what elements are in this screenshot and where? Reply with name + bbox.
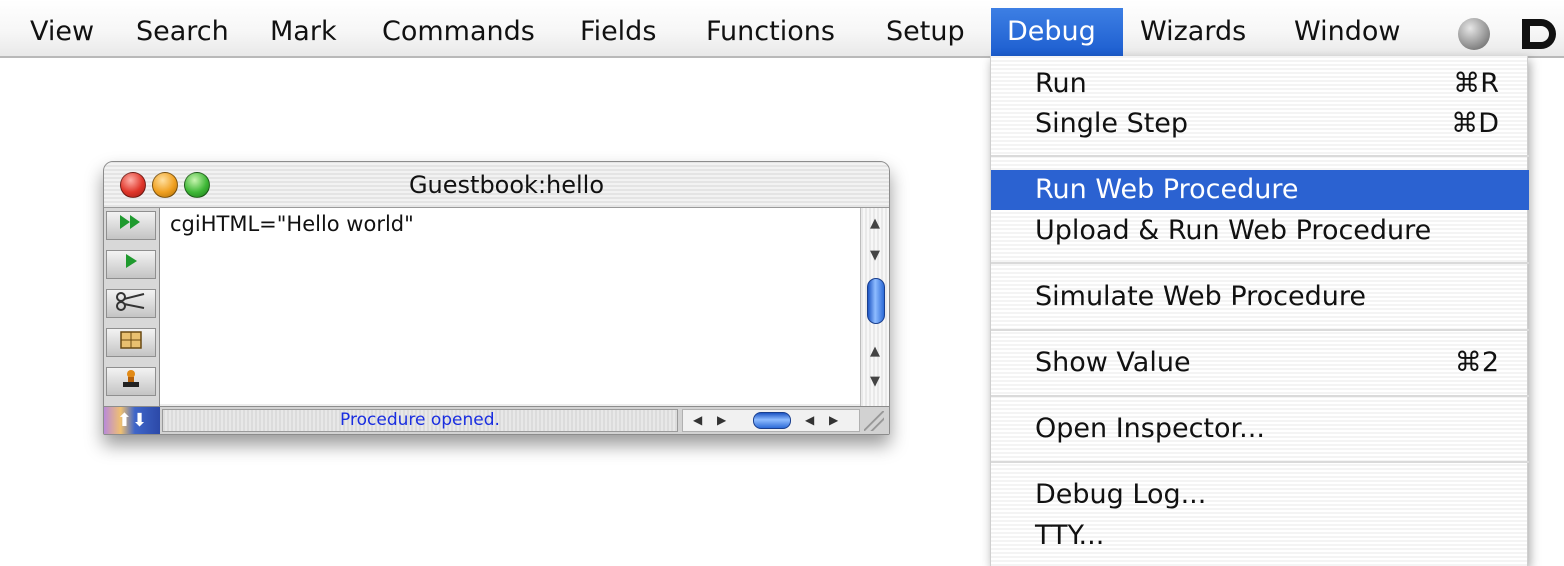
stamp-icon[interactable] (106, 367, 156, 396)
menu-setup[interactable]: Setup (870, 8, 981, 56)
menu-item-label: Upload & Run Web Procedure (1035, 215, 1432, 246)
scroll-right-arrow-icon[interactable]: ▶ (829, 410, 838, 431)
menu-commands[interactable]: Commands (366, 8, 551, 56)
menu-bar: View Search Mark Commands Fields Functio… (0, 0, 1564, 58)
menu-separator (991, 155, 1529, 157)
window-bottom-bar: ⬆⬇ Procedure opened. ◀ ▶ ◀ ▶ (104, 406, 889, 434)
shortcut-label: ⌘D (1451, 108, 1499, 139)
scroll-down-arrow-icon[interactable]: ▼ (867, 374, 883, 390)
resize-grip-icon[interactable] (864, 411, 884, 431)
status-text: Procedure opened. (162, 409, 678, 432)
globe-icon[interactable] (1458, 18, 1490, 50)
menu-fields[interactable]: Fields (564, 8, 672, 56)
scroll-up-arrow-icon[interactable]: ▲ (867, 216, 883, 232)
menu-window[interactable]: Window (1278, 8, 1416, 56)
menu-separator (991, 395, 1529, 397)
app-logo-icon[interactable] (1522, 19, 1556, 49)
menu-item-label: Run Web Procedure (1035, 174, 1299, 205)
menu-item-show-value[interactable]: Show Value ⌘2 (991, 343, 1529, 383)
menu-search[interactable]: Search (120, 8, 245, 56)
menu-item-simulate-web-procedure[interactable]: Simulate Web Procedure (991, 277, 1529, 317)
grid-icon[interactable] (106, 328, 156, 357)
scroll-left-arrow-icon[interactable]: ◀ (805, 410, 814, 431)
up-down-arrows-icon[interactable]: ⬆⬇ (104, 407, 160, 434)
menu-item-label: Single Step (1035, 108, 1189, 139)
menu-item-open-inspector[interactable]: Open Inspector... (991, 409, 1529, 449)
menu-item-label: Open Inspector... (1035, 413, 1265, 444)
debug-menu: Run ⌘R Single Step ⌘D Run Web Procedure … (990, 56, 1529, 566)
play-icon[interactable] (106, 250, 156, 279)
window-title: Guestbook:hello (408, 171, 605, 199)
scroll-right-arrow-icon[interactable]: ▶ (717, 410, 726, 431)
scissors-icon[interactable] (106, 289, 156, 318)
shortcut-label: ⌘2 (1454, 347, 1499, 378)
code-line[interactable]: cgiHTML="Hello world" (170, 212, 414, 236)
menu-functions[interactable]: Functions (690, 8, 851, 56)
menu-item-label: Run (1035, 68, 1087, 99)
menu-view[interactable]: View (14, 8, 110, 56)
procedure-toolbar (104, 208, 160, 406)
window-titlebar[interactable]: Guestbook:hello (104, 162, 889, 208)
procedure-window: Guestbook:hello cgiHTML="Hello world" ▲ … (103, 161, 890, 435)
menu-separator (991, 461, 1529, 463)
menu-item-label: Simulate Web Procedure (1035, 281, 1366, 312)
menu-item-run[interactable]: Run ⌘R (991, 64, 1529, 104)
scroll-left-arrow-icon[interactable]: ◀ (693, 410, 702, 431)
shortcut-label: ⌘R (1453, 68, 1499, 99)
fast-forward-icon[interactable] (106, 211, 156, 240)
menu-mark[interactable]: Mark (254, 8, 353, 56)
menu-item-run-web-procedure[interactable]: Run Web Procedure (991, 170, 1529, 210)
horizontal-scrollbar[interactable]: ◀ ▶ ◀ ▶ (682, 409, 860, 432)
menu-debug[interactable]: Debug (991, 8, 1123, 56)
scroll-thumb[interactable] (867, 278, 885, 324)
menu-item-single-step[interactable]: Single Step ⌘D (991, 104, 1529, 144)
scroll-up-arrow-icon[interactable]: ▲ (867, 344, 883, 360)
code-editor[interactable]: cgiHTML="Hello world" (160, 208, 860, 404)
menu-item-debug-log[interactable]: Debug Log... (991, 475, 1529, 515)
menu-item-label: Debug Log... (1035, 479, 1207, 510)
scroll-thumb[interactable] (753, 412, 791, 429)
vertical-scrollbar[interactable]: ▲ ▼ ▲ ▼ (860, 208, 889, 406)
scroll-down-arrow-icon[interactable]: ▼ (867, 248, 883, 264)
menu-separator (991, 329, 1529, 331)
menu-item-upload-run-web-procedure[interactable]: Upload & Run Web Procedure (991, 211, 1529, 251)
menu-item-label: TTY... (1035, 520, 1105, 551)
menu-wizards[interactable]: Wizards (1124, 8, 1262, 56)
menu-item-tty[interactable]: TTY... (991, 516, 1529, 556)
menu-item-label: Show Value (1035, 347, 1191, 378)
menu-separator (991, 262, 1529, 264)
